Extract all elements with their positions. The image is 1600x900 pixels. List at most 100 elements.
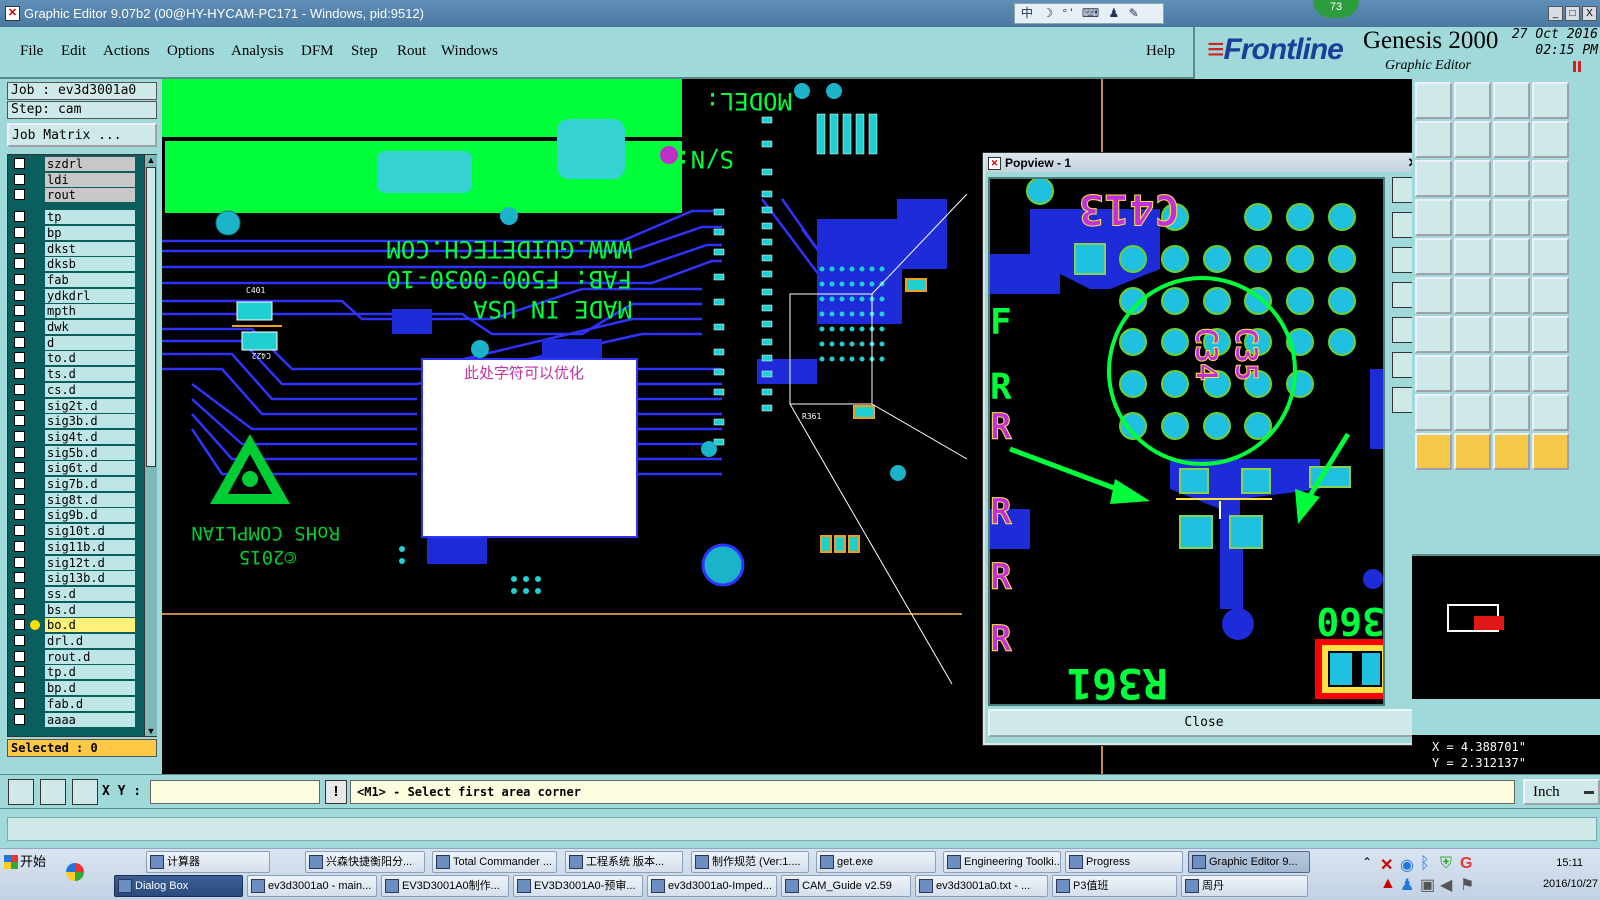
full-screen-icon[interactable] — [1532, 82, 1569, 119]
layer-name[interactable]: aaaa — [45, 712, 135, 727]
layer-checkbox[interactable] — [14, 587, 25, 599]
layer-name[interactable]: ts.d — [45, 367, 135, 382]
taskbar-button[interactable]: Progress — [1065, 851, 1183, 873]
layer-row[interactable]: cs.d — [8, 382, 144, 397]
layer-name[interactable]: sig2t.d — [45, 398, 135, 413]
menu-file[interactable]: File — [20, 43, 43, 60]
layer-checkbox[interactable] — [14, 713, 25, 725]
layer-checkbox[interactable] — [14, 682, 25, 694]
layer-name[interactable]: sig12t.d — [45, 555, 135, 570]
layer-name[interactable]: sig5b.d — [45, 445, 135, 460]
layer-row[interactable]: dwk — [8, 320, 144, 334]
layer-name[interactable]: ldi — [45, 172, 135, 187]
scroll-down-icon[interactable]: ▼ — [146, 726, 156, 736]
taskbar-button[interactable]: ev3d3001a0-Imped... — [647, 875, 777, 897]
layer-name[interactable]: mpth — [45, 304, 135, 319]
layer-scrollbar[interactable]: ▲ ▼ — [144, 155, 157, 736]
layer-name[interactable]: sig8t.d — [45, 492, 135, 507]
zoom-fit-icon[interactable] — [1493, 121, 1530, 158]
layer-name[interactable]: sig4t.d — [45, 429, 135, 444]
pointer-move-icon[interactable] — [1493, 433, 1530, 470]
pointer-sel-icon[interactable] — [1454, 433, 1491, 470]
layer-row[interactable]: bo.d — [8, 618, 144, 633]
layer-checkbox[interactable] — [14, 352, 25, 364]
layer-name[interactable]: rout.d — [45, 649, 135, 664]
layer-row[interactable]: mpth — [8, 304, 144, 319]
layer-checkbox[interactable] — [14, 289, 25, 301]
taskbar-button[interactable]: 制作规范 (Ver:1.... — [691, 851, 809, 873]
layer-name[interactable]: bs.d — [45, 602, 135, 617]
layer-name[interactable]: sig3b.d — [45, 414, 135, 429]
taskbar-button[interactable]: Graphic Editor 9... — [1188, 851, 1310, 873]
select-net-icon[interactable] — [1415, 277, 1452, 314]
layer-row[interactable]: drl.d — [8, 634, 144, 648]
layer-checkbox[interactable] — [14, 478, 25, 489]
ruler-icon[interactable] — [1493, 238, 1530, 275]
layer-row[interactable]: rout.d — [8, 649, 144, 664]
layer-name[interactable]: dksb — [45, 257, 135, 272]
layer-name[interactable]: dkst — [45, 241, 135, 256]
layer-row[interactable]: sig12t.d — [8, 555, 144, 570]
zoom-prev-icon[interactable] — [1415, 121, 1452, 158]
layer-checkbox[interactable] — [14, 619, 25, 631]
pad-mode-icon[interactable] — [1493, 199, 1530, 236]
layer-row[interactable]: to.d — [8, 351, 144, 366]
menu-rout[interactable]: Rout — [397, 43, 426, 60]
layer-checkbox[interactable] — [14, 321, 25, 332]
quicklaunch-icon[interactable] — [66, 863, 84, 881]
layer-checkbox[interactable] — [14, 572, 25, 584]
net-mode-icon[interactable] — [1532, 199, 1569, 236]
popview-canvas[interactable]: C413 C35 C34 F R R R R R R361 360 — [988, 177, 1385, 706]
scale-1-2-icon[interactable] — [1493, 160, 1530, 197]
layer-checkbox[interactable] — [14, 556, 25, 568]
layer-checkbox[interactable] — [14, 305, 25, 317]
tray-expand-icon[interactable]: ⌃ — [1362, 855, 1372, 869]
layer-checkbox[interactable] — [14, 509, 25, 521]
delete-line-icon[interactable] — [1454, 355, 1491, 392]
layer-row[interactable]: sig2t.d — [8, 398, 144, 413]
triangle-a-icon[interactable] — [1415, 394, 1452, 431]
layer-row[interactable]: szdrl — [8, 157, 144, 171]
layer-up-icon[interactable] — [1415, 82, 1452, 119]
layer-row[interactable]: d — [8, 335, 144, 350]
grid-icon[interactable] — [72, 779, 98, 805]
overview-viewport[interactable] — [1474, 616, 1504, 630]
layer-row[interactable]: ts.d — [8, 367, 144, 382]
scroll-up-icon[interactable]: ▲ — [146, 155, 156, 165]
tray-g-icon[interactable]: G — [1460, 855, 1472, 873]
layer-checkbox[interactable] — [14, 540, 25, 552]
group-icon[interactable] — [1532, 355, 1569, 392]
layer-row[interactable]: aaaa — [8, 712, 144, 727]
draw-line-icon[interactable] — [1415, 316, 1452, 353]
tray-x-icon[interactable]: ✕ — [1380, 855, 1393, 875]
taskbar-button[interactable]: 兴森快捷衡阳分... — [305, 851, 425, 873]
copy-icon[interactable] — [1415, 355, 1452, 392]
menu-actions[interactable]: Actions — [103, 43, 150, 60]
taskbar-button[interactable]: EV3D3001A0制作... — [381, 875, 509, 897]
grid-toggle-icon[interactable] — [1454, 199, 1491, 236]
layer-checkbox[interactable] — [14, 273, 25, 285]
layer-name[interactable]: sig11b.d — [45, 539, 135, 554]
taskbar-button[interactable]: get.exe — [816, 851, 936, 873]
taskbar-button[interactable]: 工程系统 版本... — [565, 851, 683, 873]
layer-name[interactable]: fab.d — [45, 696, 135, 711]
layer-checkbox[interactable] — [14, 415, 25, 427]
layer-checkbox[interactable] — [14, 242, 25, 254]
width-icon[interactable] — [1493, 355, 1530, 392]
job-matrix-button[interactable]: Job Matrix ... — [7, 123, 157, 147]
black-bg-icon[interactable] — [1532, 238, 1569, 275]
layer-row[interactable]: bs.d — [8, 602, 144, 617]
layer-name[interactable]: drl.d — [45, 634, 135, 648]
ime-toolbar[interactable]: 中 ☽ °' ⌨ ♟ ✎ — [1014, 3, 1164, 24]
undo-curve-icon[interactable] — [1493, 316, 1530, 353]
taskbar-button[interactable]: 计算器 — [146, 851, 270, 873]
taskbar-button[interactable]: Engineering Toolki... — [943, 851, 1061, 873]
warning-icon[interactable]: ! — [325, 780, 347, 804]
taskbar-button[interactable]: CAM_Guide v2.59 — [781, 875, 911, 897]
triangle-c-icon[interactable] — [1493, 394, 1530, 431]
zoom-next-icon[interactable] — [1454, 121, 1491, 158]
taskbar-button[interactable]: Dialog Box — [114, 875, 243, 897]
layer-name[interactable]: sig7b.d — [45, 477, 135, 491]
layer-checkbox[interactable] — [14, 158, 25, 169]
layer-checkbox[interactable] — [14, 697, 25, 709]
